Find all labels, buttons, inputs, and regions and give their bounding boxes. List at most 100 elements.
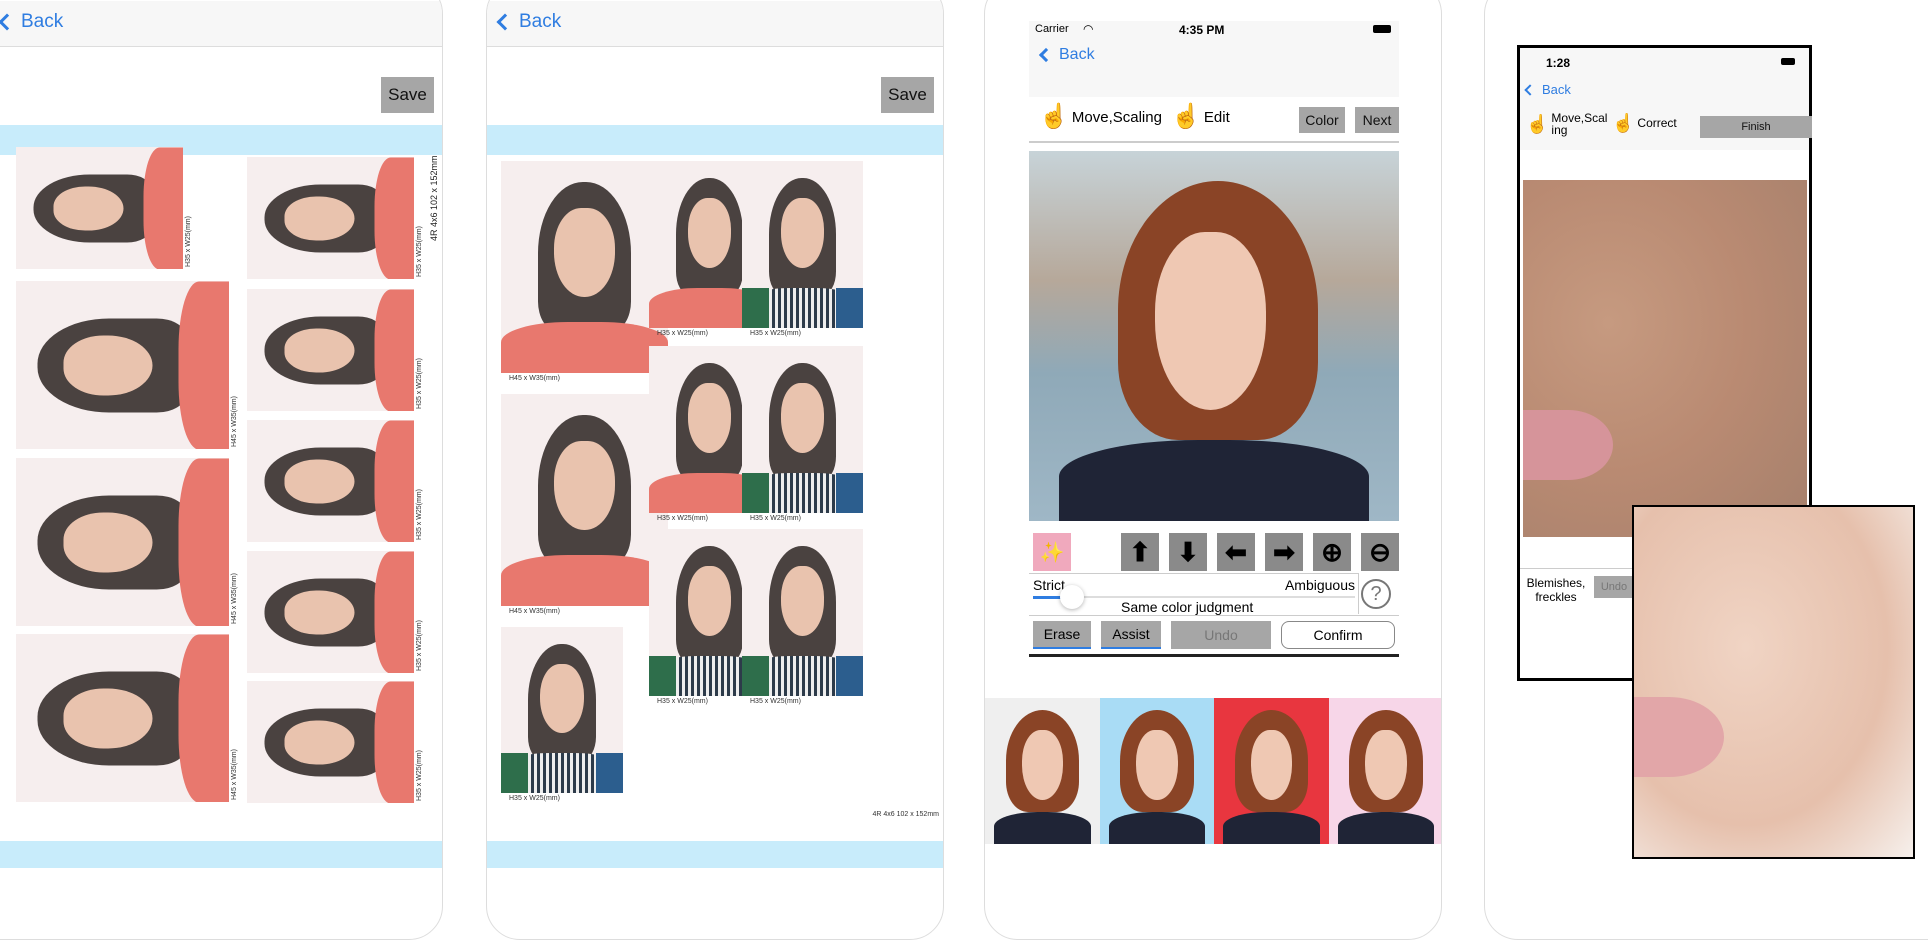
passport-photo bbox=[247, 289, 414, 411]
status-time: 4:35 PM bbox=[1179, 23, 1225, 37]
screenshot-panel-retouch: 1:28 Back ☝ Move,Scal ing ☝ Correct Finish… bbox=[1484, 0, 1928, 940]
carrier-label: Carrier bbox=[1035, 23, 1069, 35]
move-scaling-label: Move,Scal ing bbox=[1551, 111, 1608, 137]
photo-size-label: H35 x W25(mm) bbox=[416, 750, 423, 801]
confirm-button[interactable]: Confirm bbox=[1281, 621, 1395, 649]
photo-size-label: H45 x W35(mm) bbox=[231, 573, 238, 624]
back-button[interactable]: Back bbox=[0, 11, 64, 33]
slider-knob[interactable] bbox=[1059, 585, 1084, 609]
zoom-in-icon[interactable]: ⊕ bbox=[1313, 533, 1351, 571]
arrow-up-icon[interactable]: ⬆ bbox=[1121, 533, 1159, 571]
wifi-icon: ◠ bbox=[1083, 22, 1094, 36]
photo-size-label: H35 x W25(mm) bbox=[750, 515, 801, 522]
background-sample[interactable] bbox=[1099, 698, 1215, 844]
slider-max-label: Ambiguous bbox=[1284, 577, 1355, 593]
skin-before-photo bbox=[1523, 180, 1807, 537]
color-button[interactable]: Color bbox=[1299, 107, 1345, 133]
battery-icon bbox=[1373, 25, 1391, 33]
correct-label: Correct bbox=[1637, 116, 1677, 130]
undo-button[interactable]: Undo bbox=[1594, 576, 1634, 598]
bottom-band bbox=[487, 841, 943, 868]
chevron-left-icon bbox=[1524, 83, 1536, 96]
assist-button[interactable]: Assist bbox=[1101, 621, 1161, 649]
move-scaling-tool[interactable]: ☝ Move,Scaling bbox=[1039, 105, 1162, 129]
slider-caption: Same color judgment bbox=[1121, 599, 1254, 615]
battery-icon bbox=[1781, 58, 1795, 65]
photo-size-label: H35 x W25(mm) bbox=[185, 216, 192, 267]
photo-size-label: H35 x W25(mm) bbox=[416, 489, 423, 540]
photo-size-label: H35 x W25(mm) bbox=[750, 698, 801, 705]
print-sheet: 4R 4x6 102 x 152mm H35 x W25(mm) H45 x W3… bbox=[1, 147, 442, 841]
print-sheet: 4R 4x6 102 x 152mm H45 x W35(mm) H45 x W3… bbox=[487, 155, 943, 841]
passport-photo bbox=[247, 681, 414, 803]
back-label: Back bbox=[1059, 46, 1095, 63]
passport-photo bbox=[16, 147, 183, 269]
save-button[interactable]: Save bbox=[881, 77, 934, 113]
passport-photo bbox=[501, 627, 623, 793]
photo-size-label: H35 x W25(mm) bbox=[657, 515, 708, 522]
passport-photo bbox=[742, 346, 863, 513]
next-button[interactable]: Next bbox=[1355, 107, 1399, 133]
photo-size-label: H35 x W25(mm) bbox=[416, 226, 423, 277]
move-scaling-tool[interactable]: ☝ Move,Scal ing bbox=[1526, 112, 1613, 136]
top-band bbox=[487, 125, 943, 155]
back-label: Back bbox=[21, 11, 64, 32]
photo-size-label: H45 x W35(mm) bbox=[231, 396, 238, 447]
control-row: ✨ ⬆ ⬇ ⬅ ➡ ⊕ ⊖ bbox=[1029, 531, 1399, 571]
similarity-slider[interactable] bbox=[1033, 585, 1355, 609]
passport-photo bbox=[16, 458, 229, 626]
passport-photo bbox=[247, 420, 414, 542]
photo-size-label: H35 x W25(mm) bbox=[657, 698, 708, 705]
back-button[interactable]: Back bbox=[496, 11, 562, 33]
back-label: Back bbox=[519, 11, 562, 32]
hand-pointer-icon: ☝ bbox=[1612, 113, 1635, 133]
sheet-size-label: 4R 4x6 102 x 152mm bbox=[872, 811, 939, 818]
portrait-photo bbox=[1029, 151, 1399, 521]
hand-pointer-icon: ☝ bbox=[1039, 103, 1069, 130]
finish-button[interactable]: Finish bbox=[1700, 116, 1812, 138]
divider bbox=[1029, 141, 1399, 143]
help-button[interactable]: ? bbox=[1361, 579, 1391, 609]
photo-size-label: H35 x W25(mm) bbox=[657, 330, 708, 337]
passport-photo bbox=[501, 394, 668, 606]
move-scaling-label: Move,Scaling bbox=[1071, 108, 1162, 126]
edit-label: Edit bbox=[1203, 108, 1230, 126]
skin-after-photo bbox=[1632, 505, 1915, 859]
edit-tool[interactable]: ☝ Edit bbox=[1171, 105, 1230, 129]
screenshot-panel-editor: Carrier ◠ 4:35 PM Back ☝ Move,Scaling ☝ Ed… bbox=[984, 0, 1442, 940]
background-sample[interactable] bbox=[1214, 698, 1329, 844]
background-sample[interactable] bbox=[1328, 698, 1441, 844]
photo-size-label: H45 x W35(mm) bbox=[509, 608, 560, 615]
save-button[interactable]: Save bbox=[381, 77, 434, 113]
mode-label: Blemishes, freckles bbox=[1526, 576, 1586, 604]
sheet-size-label: 4R 4x6 102 x 152mm bbox=[429, 155, 439, 241]
chevron-left-icon bbox=[0, 13, 16, 31]
photo-size-label: H35 x W25(mm) bbox=[509, 795, 560, 802]
back-button[interactable]: Back bbox=[1038, 46, 1095, 64]
arrow-right-icon[interactable]: ➡ bbox=[1265, 533, 1303, 571]
phone-screen: Carrier ◠ 4:35 PM Back ☝ Move,Scaling ☝ Ed… bbox=[1029, 21, 1399, 657]
bottom-band bbox=[0, 841, 442, 868]
chevron-left-icon bbox=[1038, 47, 1054, 63]
photo-size-label: H35 x W25(mm) bbox=[750, 330, 801, 337]
passport-photo bbox=[742, 161, 863, 328]
back-button[interactable]: Back bbox=[1524, 82, 1571, 97]
photo-size-label: H35 x W25(mm) bbox=[416, 620, 423, 671]
magic-wand-icon[interactable]: ✨ bbox=[1033, 533, 1071, 571]
passport-photo bbox=[501, 161, 668, 373]
slider-min-label: Strict bbox=[1033, 577, 1065, 593]
nav-bar bbox=[0, 1, 442, 47]
undo-button[interactable]: Undo bbox=[1171, 621, 1271, 649]
zoom-out-icon[interactable]: ⊖ bbox=[1361, 533, 1399, 571]
erase-button[interactable]: Erase bbox=[1033, 621, 1091, 649]
status-time: 1:28 bbox=[1546, 56, 1571, 70]
arrow-down-icon[interactable]: ⬇ bbox=[1169, 533, 1207, 571]
passport-photo bbox=[16, 281, 229, 449]
photo-size-label: H45 x W35(mm) bbox=[231, 749, 238, 800]
background-sample[interactable] bbox=[985, 698, 1100, 844]
hand-pointer-icon: ☝ bbox=[1526, 114, 1549, 134]
arrow-left-icon[interactable]: ⬅ bbox=[1217, 533, 1255, 571]
passport-photo bbox=[742, 529, 863, 696]
passport-photo bbox=[247, 157, 414, 279]
correct-tool[interactable]: ☝ Correct bbox=[1612, 114, 1677, 132]
